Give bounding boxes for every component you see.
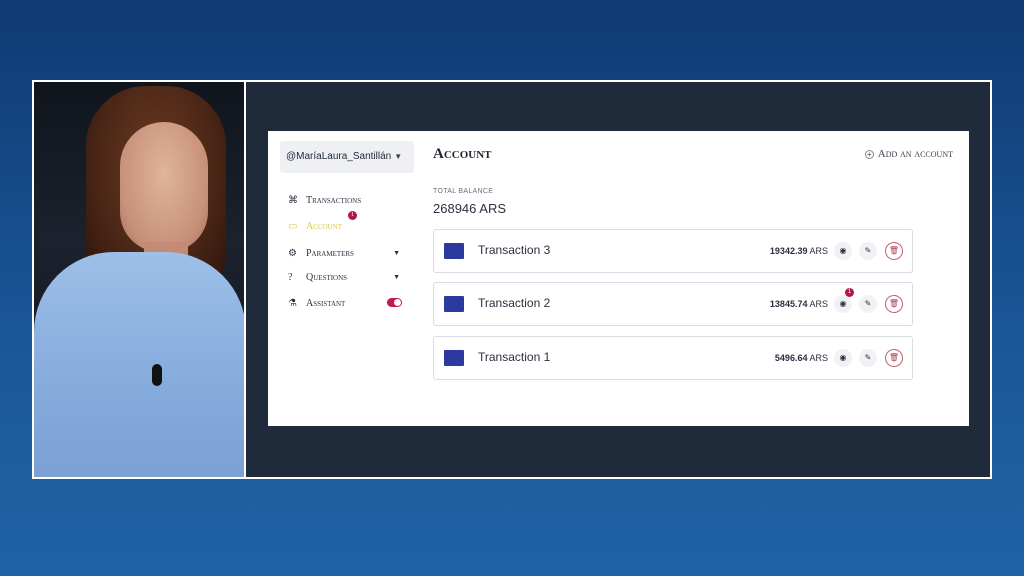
sidebar: @MaríaLaura_Santillán ▼ ⌘ Transactions ▭ … [268,131,433,426]
username: @MaríaLaura_Santillán [286,151,392,162]
add-account-label: Add an account [877,148,953,160]
delete-icon[interactable]: 🗑 [885,295,903,313]
help-icon: ? [288,271,293,283]
main-content: Account + Add an account TOTAL BALANCE 26… [433,131,969,426]
transaction-thumbnail [444,350,464,366]
sidebar-item-label: Assistant [306,297,346,309]
add-account-button[interactable]: + Add an account [864,148,953,160]
sidebar-item-assistant[interactable]: ⚗ Assistant [288,294,408,312]
notification-badge: 1 [845,288,854,297]
sidebar-item-parameters[interactable]: ⚙ Parameters ▼ [288,244,408,262]
transaction-amount: 19342.39 ARS [769,246,828,256]
transaction-thumbnail [444,243,464,259]
caret-down-icon: ▼ [394,152,403,161]
card-icon: ▭ [288,220,298,232]
grid-icon: ⌘ [288,194,298,206]
transaction-thumbnail [444,296,464,312]
app-screen: @MaríaLaura_Santillán ▼ ⌘ Transactions ▭ … [268,131,969,426]
chevron-down-icon: ▼ [393,249,400,257]
transaction-amount: 5496.64 ARS [774,353,828,363]
balance-label: TOTAL BALANCE [433,188,494,195]
transaction-name: Transaction 3 [478,243,551,257]
notification-badge: 1 [348,211,357,220]
lapel-mic [152,364,162,386]
assistant-toggle[interactable] [387,298,402,307]
transaction-name: Transaction 2 [478,296,551,310]
transaction-amount: 13845.74 ARS [769,299,828,309]
delete-icon[interactable]: 🗑 [885,349,903,367]
page-title: Account [433,146,492,162]
sidebar-item-questions[interactable]: ? Questions ▼ [288,268,408,286]
sidebar-item-label: Account [306,220,343,232]
user-menu[interactable]: @MaríaLaura_Santillán ▼ [280,141,414,173]
gear-icon: ⚙ [288,247,297,259]
view-icon[interactable]: ◉ [834,295,852,313]
presenter-video [34,82,246,477]
flask-icon: ⚗ [288,297,297,309]
view-icon[interactable]: ◉ [834,349,852,367]
edit-icon[interactable]: ✎ [859,295,877,313]
edit-icon[interactable]: ✎ [859,349,877,367]
transaction-name: Transaction 1 [478,350,551,364]
transaction-row[interactable]: Transaction 2 13845.74 ARS ◉ 1 ✎ 🗑 [433,282,913,326]
presenter-face [120,122,208,252]
transaction-row[interactable]: Transaction 1 5496.64 ARS ◉ ✎ 🗑 [433,336,913,380]
sidebar-item-account[interactable]: ▭ Account 1 [288,211,408,235]
balance-value: 268946 ARS [433,201,507,216]
transaction-row[interactable]: Transaction 3 19342.39 ARS ◉ ✎ 🗑 [433,229,913,273]
sidebar-item-transactions[interactable]: ⌘ Transactions [288,191,408,209]
sidebar-item-label: Questions [306,271,348,283]
plus-icon: + [864,150,874,159]
view-icon[interactable]: ◉ [834,242,852,260]
sidebar-item-label: Transactions [306,194,362,206]
presenter-shirt [34,252,244,477]
broadcast-frame: @MaríaLaura_Santillán ▼ ⌘ Transactions ▭ … [32,80,992,479]
delete-icon[interactable]: 🗑 [885,242,903,260]
sidebar-item-label: Parameters [306,247,354,259]
chevron-down-icon: ▼ [393,273,400,281]
edit-icon[interactable]: ✎ [859,242,877,260]
